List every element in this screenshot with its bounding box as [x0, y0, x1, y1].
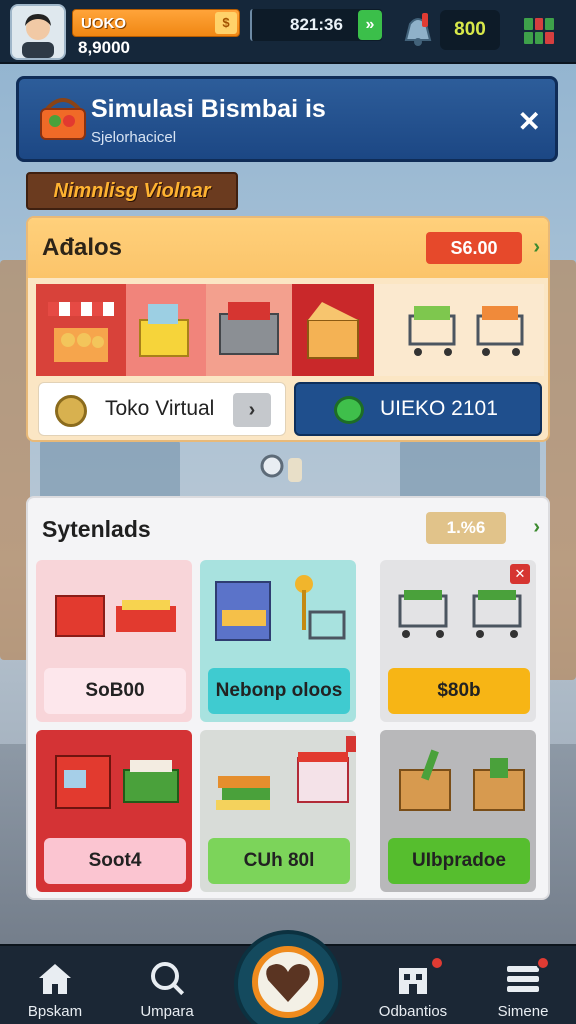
supply-card[interactable]: CUh 80l: [200, 730, 356, 892]
player-avatar[interactable]: [10, 4, 66, 60]
player-name: UOKO: [81, 15, 126, 32]
shop-items-strip: [36, 284, 544, 376]
nav-item-menu[interactable]: Simene: [468, 956, 576, 1024]
supply-card[interactable]: Nebonp oloos: [200, 560, 356, 722]
coin-icon[interactable]: $: [215, 12, 237, 34]
search-icon: [151, 962, 185, 996]
register-icon[interactable]: [206, 284, 292, 376]
market-stall-icon[interactable]: [36, 284, 126, 376]
pointer-icon: [258, 452, 308, 488]
shelf-icon: [200, 560, 356, 660]
nav-label: Odbantios: [378, 1003, 448, 1020]
box-bundle-icon: [380, 730, 536, 830]
leaf-icon: [334, 396, 364, 424]
supply-card-button[interactable]: Soot4: [44, 838, 186, 884]
notification-badge: [536, 956, 550, 970]
heart-icon: [252, 946, 324, 1018]
supply-card-button[interactable]: SoB00: [44, 668, 186, 714]
player-name-bar: UOKO $: [72, 9, 240, 37]
timer-bar: 821:36 »: [250, 9, 382, 41]
title-banner: Simulasi Bismbai is Sjelorhacicel ✕: [16, 76, 558, 162]
shop-panel-title: Ađalos: [42, 234, 123, 261]
gift-box-icon[interactable]: [126, 284, 206, 376]
supply-card-button[interactable]: UIbpradoe: [388, 838, 530, 884]
virtual-store-label: Toko Virtual: [105, 397, 215, 420]
supplies-panel: Sytenlads 1.%6 › SoB00 Nebonp oloos ✕ $8…: [26, 496, 550, 900]
notification-icon[interactable]: [398, 10, 438, 50]
store-code-button[interactable]: UIEKO 2101: [294, 382, 542, 436]
close-icon[interactable]: ✕: [510, 564, 530, 584]
cart-green-icon[interactable]: [374, 284, 544, 376]
supply-card-button[interactable]: Nebonp oloos: [208, 668, 350, 714]
home-icon: [39, 964, 71, 994]
basket-icon: [33, 89, 93, 149]
coin-icon: [55, 395, 87, 427]
timer-value: 821:36: [290, 15, 343, 34]
nav-item-search[interactable]: Umpara: [112, 956, 222, 1024]
virtual-store-button[interactable]: Toko Virtual ›: [38, 382, 286, 436]
top-status-bar: UOKO $ 8,9000 821:36 » 800: [0, 0, 576, 64]
supply-card[interactable]: UIbpradoe: [380, 730, 536, 892]
supply-card-button[interactable]: $80b: [388, 668, 530, 714]
close-icon[interactable]: ✕: [518, 105, 541, 138]
supply-card[interactable]: ✕ $80b: [380, 560, 536, 722]
supply-card-button[interactable]: CUh 80l: [208, 838, 350, 884]
chevron-right-icon[interactable]: ›: [533, 236, 540, 259]
chevron-right-icon[interactable]: ›: [533, 516, 540, 539]
page-subtitle: Sjelorhacicel: [91, 129, 177, 146]
nav-item-home[interactable]: Bpskam: [0, 956, 110, 1024]
arrow-right-icon[interactable]: ›: [233, 393, 271, 427]
supply-card[interactable]: Soot4: [36, 730, 192, 892]
timer-go-icon[interactable]: »: [358, 10, 382, 40]
store-code-label: UIEKO 2101: [380, 397, 498, 420]
supply-card[interactable]: SoB00: [36, 560, 192, 722]
percent-badge[interactable]: 1.%6: [426, 512, 506, 544]
books-icon: [200, 730, 356, 830]
nav-label: Simene: [497, 1003, 549, 1020]
shop-panel: Ađalos S6.00 › Toko Virtual › UIEKO 2101: [26, 216, 550, 442]
section-tag: Nimnlisg Violnar: [26, 172, 238, 210]
shopping-bag-icon: [36, 560, 192, 660]
notification-badge: [430, 956, 444, 970]
nav-label: Bpskam: [27, 1003, 83, 1020]
player-money: 8,9000: [78, 38, 130, 57]
nav-label: Umpara: [140, 1003, 194, 1020]
open-box-icon[interactable]: [292, 284, 374, 376]
page-title: Simulasi Bismbai is: [91, 95, 326, 123]
building-icon: [399, 968, 427, 994]
grid-menu-icon[interactable]: [524, 18, 554, 44]
shop-panel-header: Ađalos S6.00 ›: [28, 218, 548, 278]
nav-item-building[interactable]: Odbantios: [358, 956, 468, 1024]
score-counter: 800: [440, 10, 500, 50]
kiosk-icon: [36, 730, 192, 830]
price-badge[interactable]: S6.00: [426, 232, 522, 264]
supplies-panel-title: Sytenlads: [42, 516, 151, 542]
